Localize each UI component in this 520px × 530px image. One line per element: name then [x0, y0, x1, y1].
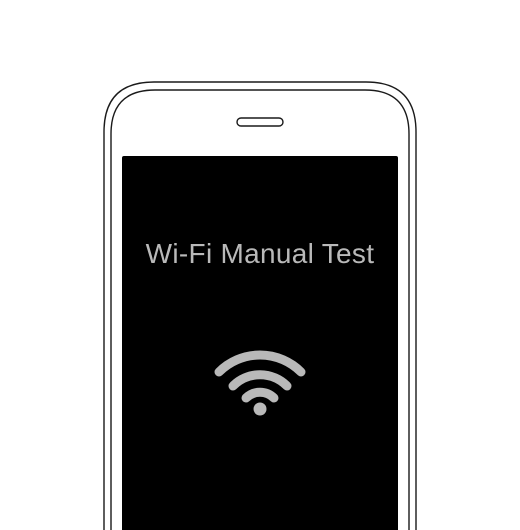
phone-screen: Wi-Fi Manual Test	[122, 156, 398, 530]
screen-title: Wi-Fi Manual Test	[145, 238, 375, 269]
wifi-icon	[214, 350, 306, 416]
speaker-slot-icon	[236, 117, 284, 127]
